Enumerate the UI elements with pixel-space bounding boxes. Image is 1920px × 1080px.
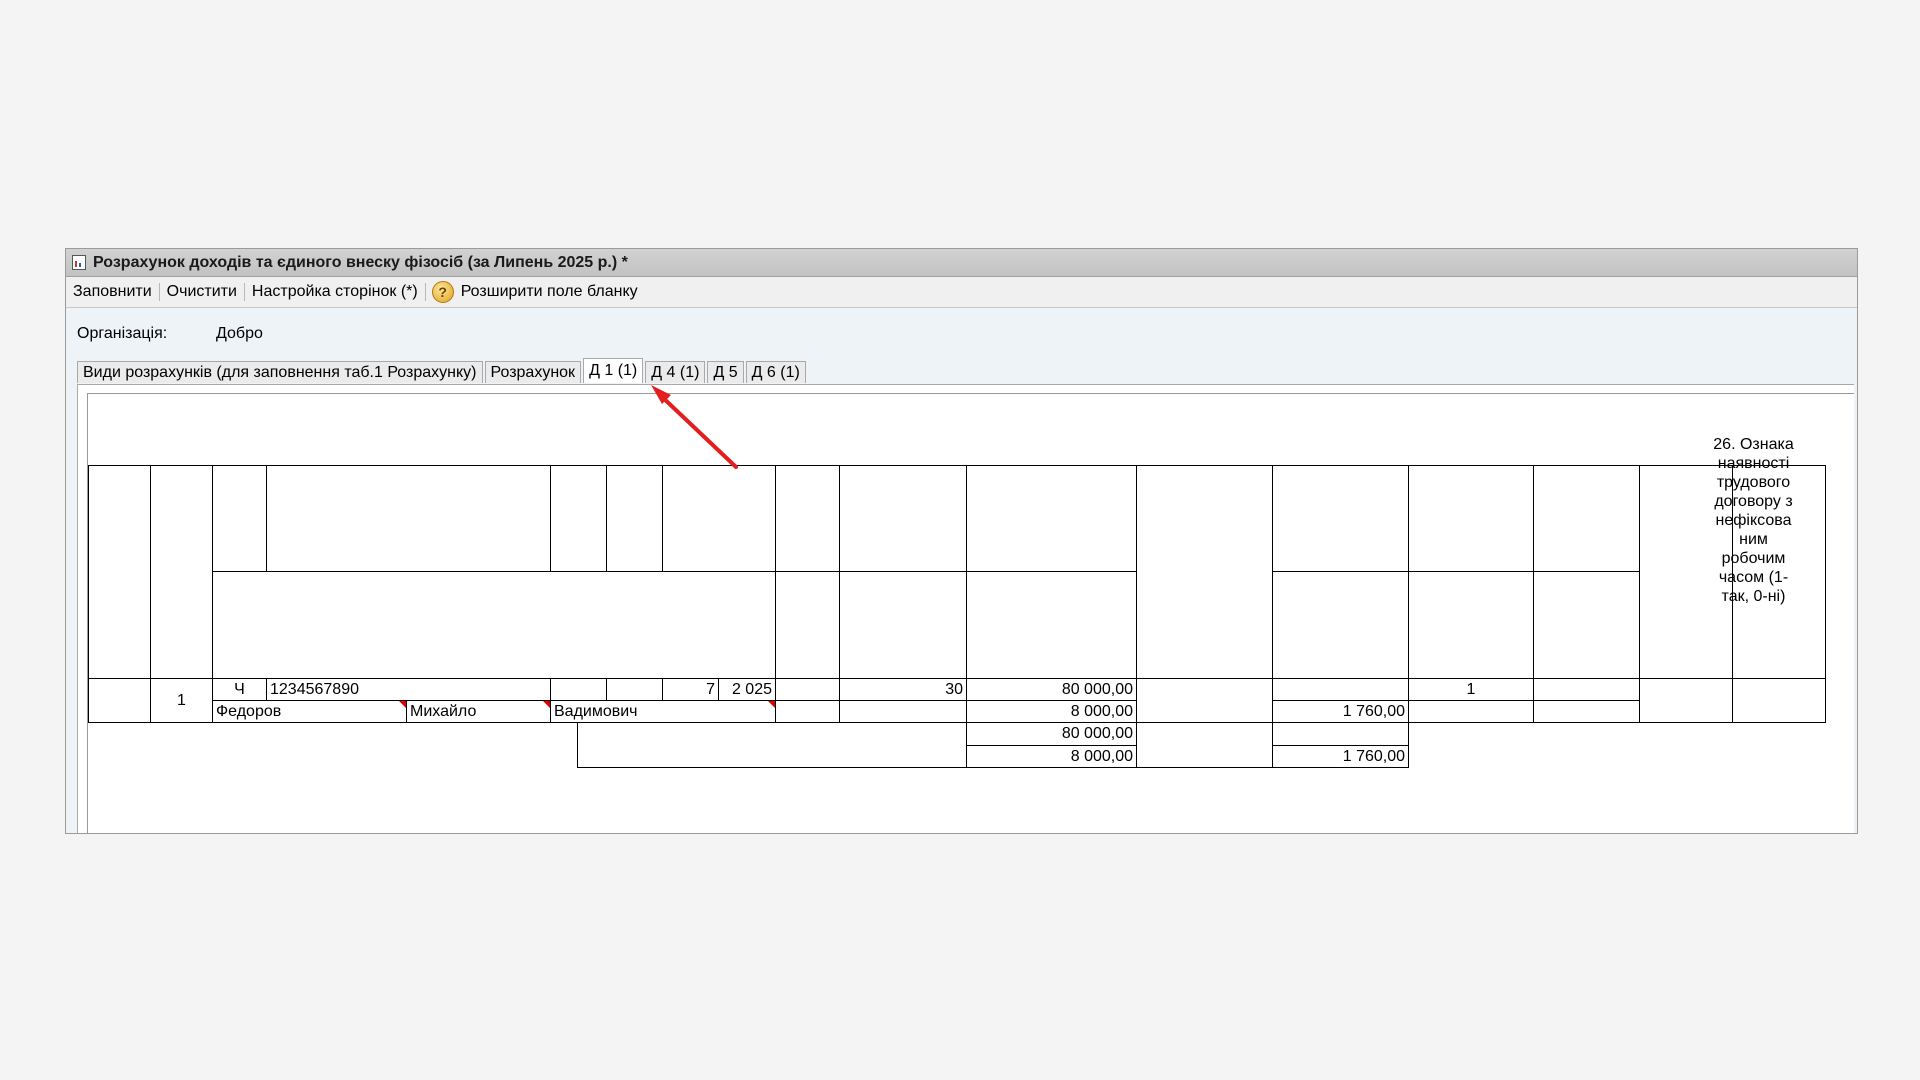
arrow-shaft bbox=[657, 392, 738, 469]
annotation-arrow bbox=[651, 385, 738, 469]
report-window: Розрахунок доходів та єдиного внеску фіз… bbox=[65, 248, 1858, 834]
